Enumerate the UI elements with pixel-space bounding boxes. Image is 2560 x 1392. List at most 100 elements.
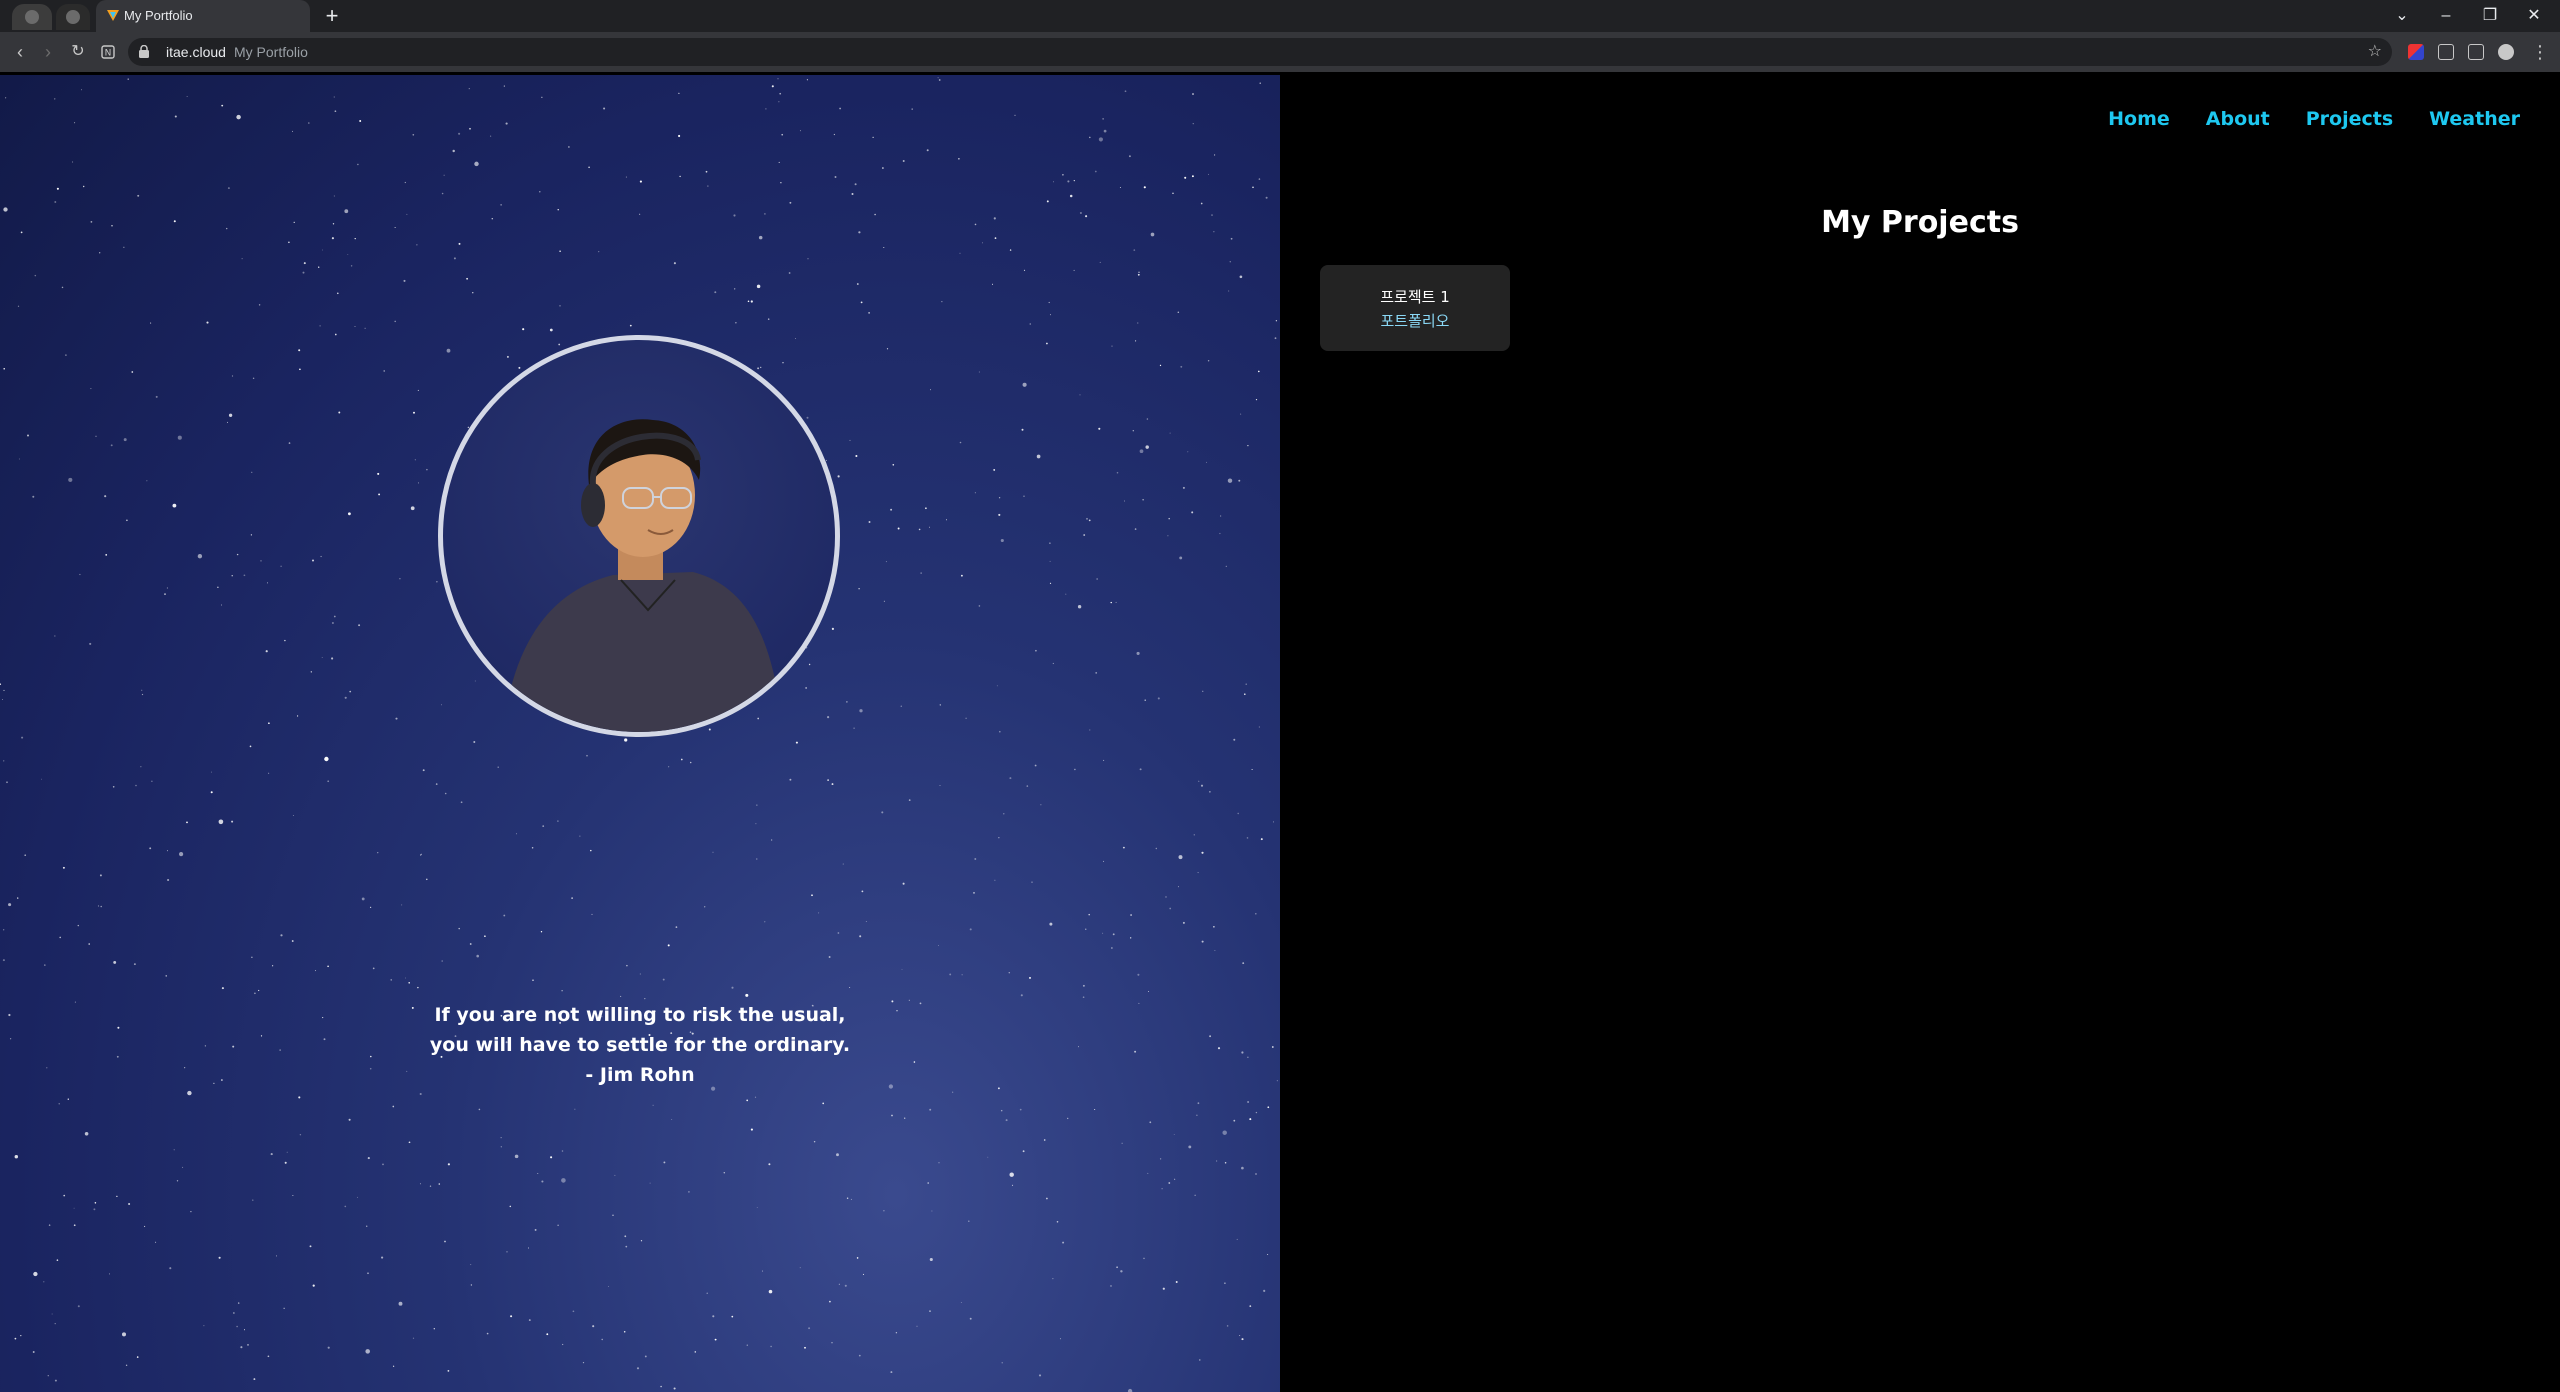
star — [1000, 1109, 1003, 1112]
star — [938, 79, 941, 81]
star — [1139, 449, 1144, 454]
extension-flag-icon[interactable] — [2408, 44, 2424, 60]
star — [1167, 535, 1169, 537]
star — [908, 799, 911, 801]
star — [624, 1235, 627, 1238]
minimize-button[interactable]: – — [2424, 0, 2468, 32]
address-bar[interactable]: itae.cloud My Portfolio ☆ — [128, 38, 2392, 66]
menu-kebab-icon[interactable]: ⋮ — [2526, 38, 2554, 66]
profile-avatar-button[interactable] — [12, 4, 52, 30]
star — [1184, 176, 1187, 179]
star — [882, 167, 884, 169]
star — [1237, 812, 1239, 815]
tab-search-button[interactable]: ⌄ — [2380, 0, 2424, 32]
restore-button[interactable]: ❐ — [2468, 0, 2512, 32]
star — [347, 254, 349, 255]
star — [254, 992, 256, 995]
star — [436, 581, 438, 583]
star — [1079, 211, 1082, 215]
side-panel-icon[interactable] — [2468, 44, 2484, 60]
star — [806, 79, 808, 81]
star — [799, 1267, 801, 1269]
back-arrow-icon[interactable]: ‹ — [6, 38, 34, 66]
star — [1229, 261, 1231, 263]
project-link[interactable]: 포트폴리오 — [1320, 309, 1510, 333]
star — [639, 213, 641, 215]
star — [458, 927, 460, 930]
star — [807, 258, 809, 260]
star — [1197, 872, 1199, 874]
star — [678, 134, 681, 138]
star — [17, 305, 20, 307]
star — [9, 1038, 12, 1040]
star — [252, 377, 255, 380]
close-window-button[interactable]: ✕ — [2512, 0, 2556, 32]
star — [54, 635, 56, 637]
star — [251, 471, 253, 473]
star — [706, 1292, 708, 1294]
star — [26, 434, 30, 437]
star — [768, 1163, 771, 1166]
star — [591, 913, 593, 915]
star — [831, 783, 834, 786]
star — [366, 1225, 368, 1227]
star — [166, 850, 168, 852]
star — [392, 1365, 395, 1367]
star — [1177, 311, 1180, 314]
star — [973, 892, 975, 894]
star — [1161, 1188, 1163, 1190]
star — [590, 849, 592, 852]
star — [795, 741, 798, 744]
star — [361, 897, 365, 901]
reload-icon[interactable]: ↻ — [64, 38, 92, 66]
star — [663, 1161, 666, 1164]
star — [46, 1067, 48, 1069]
nav-home-link[interactable]: Home — [2108, 108, 2170, 130]
star — [77, 924, 80, 927]
star — [1236, 1238, 1238, 1240]
star — [1082, 984, 1085, 987]
profile-icon[interactable] — [2498, 44, 2514, 60]
home-icon[interactable]: N — [94, 38, 122, 66]
star — [1102, 118, 1104, 120]
star — [929, 389, 931, 391]
star — [572, 1310, 575, 1313]
star — [731, 986, 734, 989]
workspace-button[interactable] — [56, 4, 90, 30]
star — [997, 1087, 1000, 1090]
nav-about-link[interactable]: About — [2206, 108, 2270, 130]
forward-arrow-icon[interactable]: › — [34, 38, 62, 66]
star — [858, 1354, 861, 1357]
star — [516, 833, 517, 835]
star — [958, 157, 960, 160]
star — [1089, 136, 1091, 139]
active-tab[interactable]: My Portfolio — [96, 0, 310, 32]
star — [546, 1333, 549, 1336]
star — [849, 439, 851, 441]
star — [788, 272, 791, 274]
star — [54, 201, 57, 203]
star — [167, 878, 170, 882]
star — [886, 348, 889, 350]
star — [1143, 186, 1146, 189]
star — [173, 1149, 175, 1151]
star — [270, 1153, 273, 1156]
new-tab-button[interactable]: + — [318, 2, 346, 30]
star — [377, 852, 379, 854]
star — [288, 241, 290, 244]
project-card[interactable]: 프로젝트 1 포트폴리오 — [1320, 265, 1510, 351]
star — [354, 326, 356, 327]
star — [1119, 187, 1121, 188]
star — [65, 354, 67, 356]
star — [1197, 1102, 1200, 1105]
nav-projects-link[interactable]: Projects — [2306, 108, 2393, 130]
star — [561, 1178, 566, 1183]
star — [474, 161, 479, 167]
star — [307, 122, 310, 124]
star — [1246, 837, 1249, 839]
nav-weather-link[interactable]: Weather — [2429, 108, 2520, 130]
bookmark-star-icon[interactable]: ☆ — [2368, 41, 2382, 61]
extension-screenshot-icon[interactable] — [2438, 44, 2454, 60]
star — [623, 1330, 626, 1333]
star — [528, 1319, 531, 1322]
